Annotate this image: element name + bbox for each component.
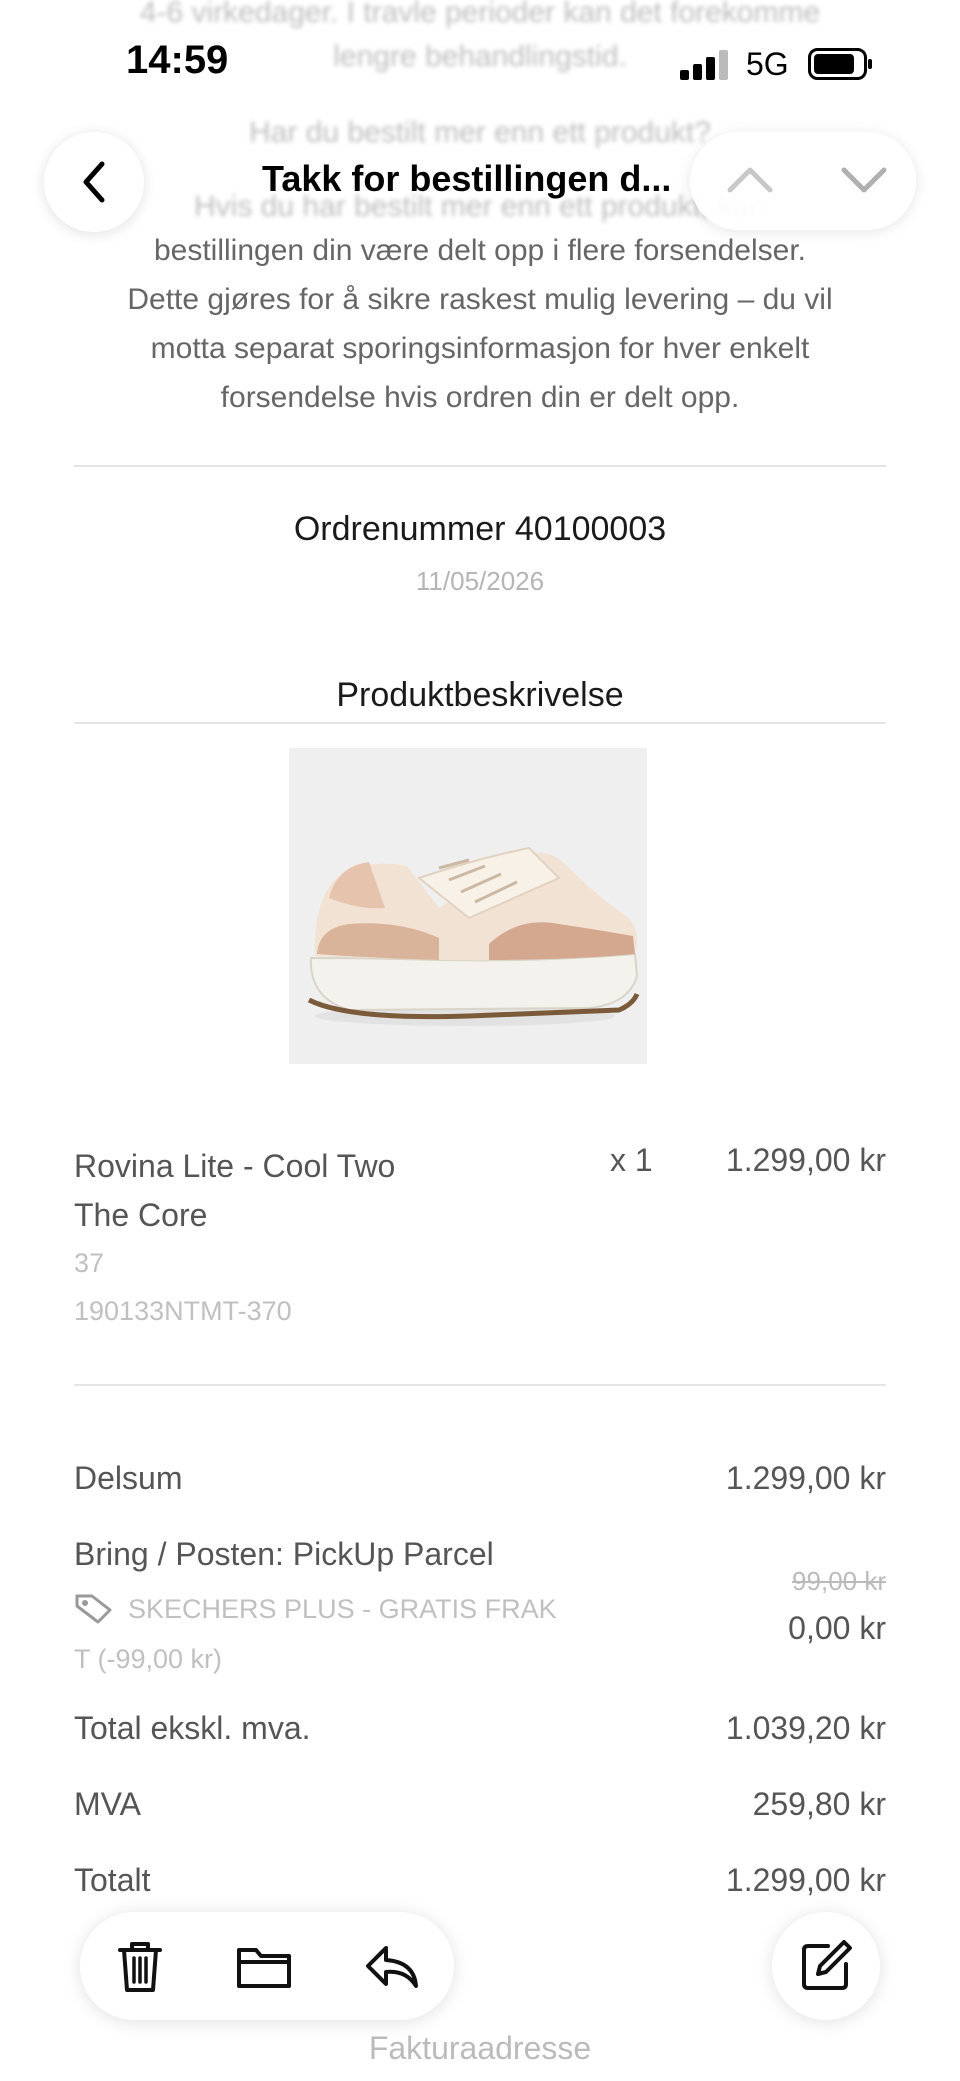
folder-icon[interactable]: [236, 1938, 292, 1994]
bottom-toolbar: [80, 1912, 454, 2020]
subtotal-label: Delsum: [74, 1460, 183, 1496]
product-size: 37: [74, 1248, 105, 1278]
coupon-info: SKECHERS PLUS - GRATIS FRAK T (-99,00 kr…: [74, 1584, 614, 1684]
divider: [74, 1384, 886, 1386]
order-number: Ordrenummer 40100003: [293, 510, 667, 548]
vat-value: 259,80 kr: [752, 1786, 886, 1822]
product-sku: 190133NTMT-370: [74, 1296, 292, 1326]
message-navigation: [690, 132, 916, 230]
subtotal-value: 1.299,00 kr: [725, 1460, 886, 1496]
order-date: 11/05/2026: [415, 566, 545, 596]
shipping-label: Bring / Posten: PickUp Parcel: [74, 1536, 494, 1572]
compose-icon: [802, 1940, 852, 1990]
mail-message-screen: 4-6 virkedager. I travle perioder kan de…: [0, 0, 960, 2081]
sneaker-illustration: [307, 846, 640, 1026]
total-label: Totalt: [74, 1862, 151, 1898]
back-button[interactable]: [44, 132, 144, 232]
signal-icon: [680, 50, 732, 85]
status-bar: 14:59 5G: [0, 0, 960, 120]
tag-icon: [74, 1590, 114, 1624]
product-quantity: x 1: [610, 1142, 653, 1178]
total-value: 1.299,00 kr: [725, 1862, 886, 1898]
email-subject: Takk for bestillingen d...: [262, 158, 672, 199]
network-label: 5G: [746, 46, 789, 82]
product-name[interactable]: Rovina Lite - Cool Two The Core: [74, 1142, 474, 1240]
shipping-original-price: 99,00 kr: [792, 1566, 886, 1596]
chevron-left-icon: [83, 161, 105, 203]
billing-address-heading: Fakturaadresse: [368, 2030, 592, 2066]
product-image[interactable]: [289, 748, 647, 1064]
vat-label: MVA: [74, 1786, 141, 1822]
trash-icon[interactable]: [112, 1938, 168, 1994]
divider: [74, 722, 886, 724]
battery-icon: [808, 48, 874, 80]
reply-icon[interactable]: [364, 1938, 420, 1994]
shipping-value: 0,00 kr: [788, 1610, 886, 1646]
chevron-down-icon: [841, 167, 887, 193]
compose-button[interactable]: [772, 1912, 880, 2020]
chevron-up-icon: [727, 167, 773, 193]
next-message-button[interactable]: [840, 160, 888, 200]
excl-vat-label: Total ekskl. mva.: [74, 1710, 311, 1746]
divider: [74, 465, 886, 467]
status-time: 14:59: [126, 38, 229, 82]
section-title: Produktbeskrivelse: [336, 676, 624, 714]
product-price: 1.299,00 kr: [725, 1142, 886, 1178]
intro-text: bestillingen din være delt opp i flere f…: [127, 234, 833, 414]
excl-vat-value: 1.039,20 kr: [725, 1710, 886, 1746]
previous-message-button[interactable]: [726, 160, 774, 200]
